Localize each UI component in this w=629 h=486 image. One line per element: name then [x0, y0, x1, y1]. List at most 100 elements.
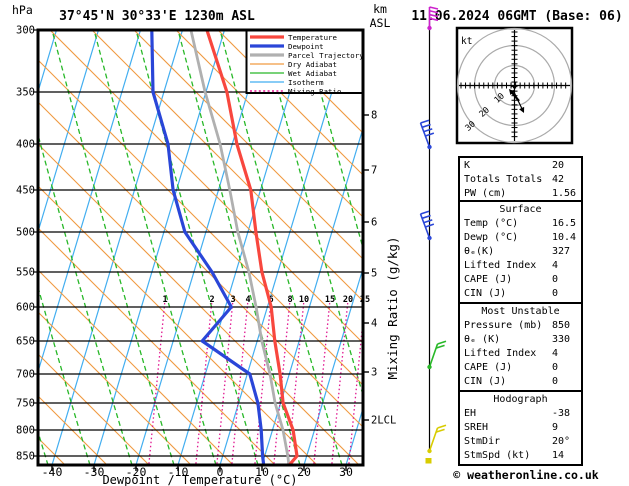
wind-barb-feather [423, 128, 433, 133]
wind-barb-square [425, 458, 432, 464]
stats-value: 4 [552, 260, 559, 271]
mixing-ratio-value-label: 15 [325, 295, 335, 305]
stats-label: CIN (J) [464, 288, 507, 299]
stats-box: Hodograph EH -38 SREH 9 StmDir 20° StmSpd (kt) 1… [458, 390, 583, 466]
stats-box-header: Hodograph [493, 394, 548, 405]
temp-tick-label: 30 [339, 465, 353, 479]
wet-adiabat-line [598, 30, 629, 465]
stats-value: 330 [552, 334, 571, 345]
pressure-tick-label: 800 [16, 425, 35, 437]
stats-label: Pressure (mb) [464, 320, 543, 331]
stats-box: Surface Temp (°C) 16.5 Dewp (°C) 10.4 θₑ(K) 32… [458, 200, 583, 304]
stats-row: K 20 [460, 159, 581, 173]
legend-item-label: Isotherm [288, 78, 324, 87]
stats-row: θₑ(K) 327 [460, 245, 581, 259]
km-tick-label: 4 [371, 318, 377, 330]
stats-value: 14 [552, 450, 565, 461]
pressure-tick-label: 350 [16, 87, 35, 99]
stats-row: EH -38 [460, 407, 581, 421]
legend-item-label: Wet Adiabat [288, 69, 337, 78]
wind-barb-feather [420, 119, 430, 124]
mixing-ratio-axis-title: Mixing Ratio (g/kg) [385, 237, 400, 380]
stats-row: CIN (J) 0 [460, 375, 581, 389]
x-axis-title: Dewpoint / Temperature (°C) [102, 473, 297, 486]
stats-value: 327 [552, 246, 571, 257]
legend-item-label: Parcel Trajectory [288, 51, 364, 60]
mixing-ratio-value-label: 25 [360, 295, 370, 305]
sounding-curves [150, 31, 299, 464]
stats-label: Dewp (°C) [464, 232, 519, 243]
wind-barb-column [419, 6, 447, 464]
temp-tick-label: 20 [297, 465, 311, 479]
hodograph-origin-dot [512, 85, 517, 89]
dry-adiabat-line [39, 186, 317, 464]
km-tick-label: 6 [371, 217, 377, 229]
stats-label: Totals Totals [464, 174, 543, 185]
stats-label: Lifted Index [464, 348, 537, 359]
stats-label: CIN (J) [464, 376, 507, 387]
stats-value: 10.4 [552, 232, 577, 243]
km-tick-label: 2LCL [371, 415, 396, 427]
copyright: © weatheronline.co.uk [453, 468, 599, 482]
legend-item-label: Dry Adiabat [288, 60, 337, 69]
pressure-tick-label: 850 [16, 451, 35, 463]
pressure-tick-label: 450 [16, 185, 35, 197]
stats-value: 9 [552, 422, 559, 433]
stats-label: Temp (°C) [464, 218, 519, 229]
stats-value: 0 [552, 274, 559, 285]
stats-row: Lifted Index 4 [460, 347, 581, 361]
wind-barb-feather [437, 340, 447, 345]
stats-box-header: Surface [499, 204, 542, 215]
stats-row: PW (cm) 1.56 [460, 187, 581, 200]
stats-row: Dewp (°C) 10.4 [460, 231, 581, 245]
mixing-ratio-value-label: 3 [230, 295, 235, 305]
mixing-ratio-value-label: 4 [245, 295, 250, 305]
stats-row: CAPE (J) 0 [460, 273, 581, 287]
stats-value: 0 [552, 362, 559, 373]
page-title: 37°45'N 30°33'E 1230m ASL [59, 9, 255, 24]
stats-value: 850 [552, 320, 571, 331]
stats-value: 1.56 [552, 188, 577, 199]
km-tick-label: 5 [371, 268, 377, 280]
stats-box-header: Most Unstable [481, 306, 560, 317]
stats-row: Temp (°C) 16.5 [460, 217, 581, 231]
stats-value: 4 [552, 348, 559, 359]
stats-value: 0 [552, 376, 559, 387]
stats-label: Lifted Index [464, 260, 537, 271]
pressure-unit-label: hPa [12, 3, 33, 17]
stats-label: CAPE (J) [464, 274, 513, 285]
stats-row: Pressure (mb) 850 [460, 319, 581, 333]
mixing-ratio-line [313, 302, 331, 464]
datetime-label: 11.06.2024 06GMT (Base: 06) [411, 9, 622, 24]
mixing-ratio-line [148, 302, 166, 464]
stats-value: 0 [552, 288, 559, 299]
mixing-ratio-value-label: 2 [209, 295, 214, 305]
wind-barb [425, 424, 447, 464]
stats-row: CIN (J) 0 [460, 287, 581, 301]
pressure-tick-label: 550 [16, 267, 35, 279]
stats-row: Lifted Index 4 [460, 259, 581, 273]
stats-value: 20° [552, 436, 571, 447]
pressure-tick-label: 500 [16, 227, 35, 239]
stats-label: θₑ(K) [464, 246, 495, 257]
stats-row: Totals Totals 42 [460, 173, 581, 187]
km-tick-label: 8 [371, 110, 377, 122]
pressure-tick-label: 600 [16, 302, 35, 314]
pressure-gridlines [33, 29, 369, 471]
legend-item-label: Mixing Ratio [288, 87, 341, 96]
wind-barb-feather [437, 424, 447, 429]
isotherm-line [0, 30, 15, 465]
pressure-tick-label: 700 [16, 369, 35, 381]
stats-label: K [464, 160, 471, 171]
stats-label: PW (cm) [464, 188, 507, 199]
altitude-unit-km: km [373, 2, 387, 16]
stats-label: EH [464, 408, 477, 419]
km-tick-label: 3 [371, 367, 377, 379]
temp-tick-label: -30 [84, 465, 105, 479]
mixing-ratio-value-label: 20 [343, 295, 353, 305]
isotherm-line [51, 31, 183, 464]
legend-item-label: Dewpoint [288, 42, 324, 51]
stats-value: 20 [552, 160, 565, 171]
hodograph-unit-label: kt [461, 36, 472, 47]
stats-value: -38 [552, 408, 571, 419]
